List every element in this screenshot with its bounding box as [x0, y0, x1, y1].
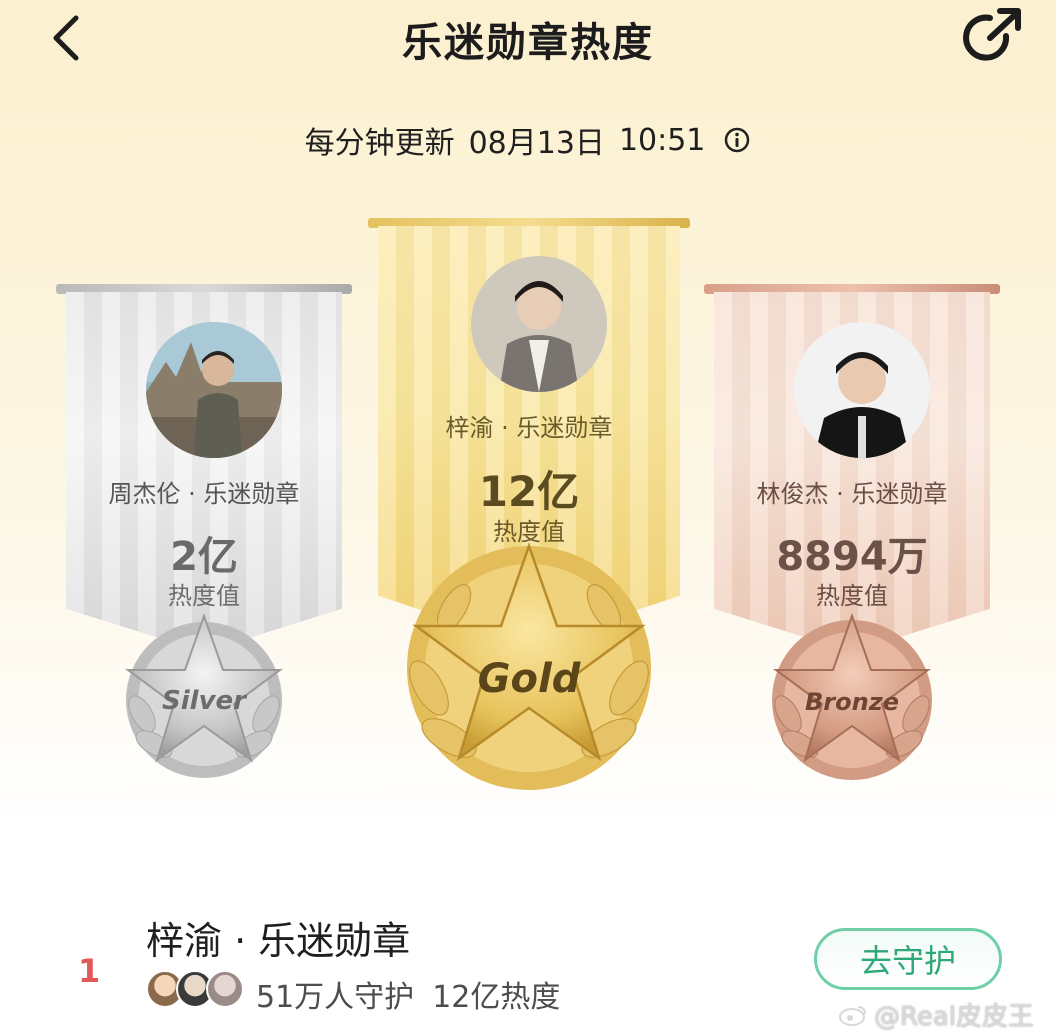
badge-name: 周杰伦 · 乐迷勋章: [108, 480, 300, 508]
top-bar: 乐迷勋章热度: [0, 0, 1056, 80]
banner-cloth: 周杰伦 · 乐迷勋章 2亿 热度值: [66, 292, 342, 652]
guardian-count: 51万人守护: [256, 980, 415, 1015]
weibo-logo-icon: [839, 1005, 866, 1026]
guard-button[interactable]: 去守护: [814, 928, 1002, 990]
share-arrow-icon: [963, 8, 1021, 61]
badge-name: 梓渝 · 乐迷勋章: [445, 414, 613, 442]
guardian-avatars: [146, 970, 246, 1010]
heat-value: 12亿: [478, 467, 580, 516]
update-info: 每分钟更新 08月13日 10:51: [0, 118, 1056, 162]
rank-number: 1: [78, 952, 101, 990]
medal-label: Gold: [477, 656, 581, 702]
update-date: 08月13日: [468, 126, 605, 161]
gold-medal-icon: Gold: [394, 538, 664, 798]
bronze-badge-card[interactable]: 林俊杰 · 乐迷勋章 8894万 热度值 Bronze: [704, 284, 1000, 784]
page-title: 乐迷勋章热度: [402, 20, 654, 66]
heat-total: 12亿热度: [432, 980, 561, 1015]
bronze-medal-icon: Bronze: [760, 604, 944, 784]
info-circle-icon[interactable]: [723, 126, 751, 154]
share-button[interactable]: [960, 6, 1026, 68]
silver-badge-card[interactable]: 周杰伦 · 乐迷勋章 2亿 热度值 Silver: [56, 284, 352, 784]
rank-title: 梓渝 · 乐迷勋章: [146, 919, 411, 963]
badge-name: 林俊杰 · 乐迷勋章: [756, 480, 948, 508]
avatar: [146, 322, 282, 458]
heat-value: 2亿: [170, 534, 238, 580]
heat-value: 8894万: [776, 534, 928, 580]
medal-label: Silver: [162, 686, 246, 716]
silver-medal-icon: Silver: [114, 604, 294, 784]
gold-badge-card[interactable]: 梓渝 · 乐迷勋章 12亿 热度值 Gold: [368, 218, 690, 798]
avatar: [471, 256, 607, 392]
watermark: @Real皮皮王: [838, 996, 1034, 1033]
update-time: 10:51: [618, 122, 706, 158]
avatar: [794, 322, 930, 458]
watermark-text: @Real皮皮王: [874, 1002, 1035, 1032]
rank-stats: 51万人守护 12亿热度: [256, 972, 560, 1016]
update-label: 每分钟更新: [304, 126, 455, 161]
medal-label: Bronze: [805, 688, 899, 716]
banner-cloth: 林俊杰 · 乐迷勋章 8894万 热度值: [714, 292, 990, 652]
avatar: [206, 970, 244, 1008]
